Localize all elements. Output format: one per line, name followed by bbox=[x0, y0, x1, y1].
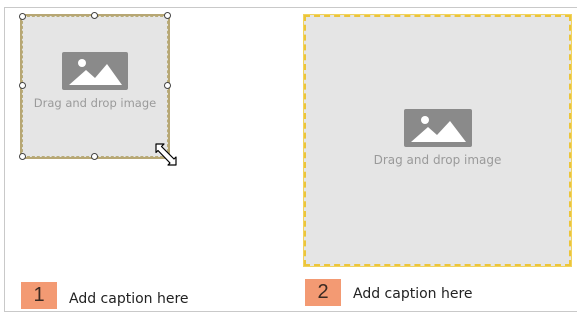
image-placeholder-1[interactable]: Drag and drop image bbox=[20, 14, 170, 159]
resize-handle-left[interactable] bbox=[19, 82, 26, 89]
caption-1: 1 Add caption here bbox=[21, 282, 189, 309]
image-icon bbox=[62, 51, 128, 90]
resize-handle-top-left[interactable] bbox=[19, 13, 26, 20]
resize-handle-top[interactable] bbox=[91, 12, 98, 19]
resize-handle-right[interactable] bbox=[164, 82, 171, 89]
resize-handle-bottom-left[interactable] bbox=[19, 153, 26, 160]
caption-text[interactable]: Add caption here bbox=[353, 286, 473, 302]
caption-text[interactable]: Add caption here bbox=[69, 291, 189, 307]
image-icon bbox=[403, 108, 472, 147]
image-placeholder-2[interactable]: Drag and drop image bbox=[303, 14, 572, 267]
caption-2: 2 Add caption here bbox=[305, 279, 473, 306]
caption-number-badge: 2 bbox=[305, 279, 341, 306]
caption-number-badge: 1 bbox=[21, 282, 57, 309]
placeholder-label: Drag and drop image bbox=[33, 95, 157, 110]
resize-handle-bottom[interactable] bbox=[91, 153, 98, 160]
resize-cursor-icon bbox=[155, 143, 177, 166]
resize-handle-top-right[interactable] bbox=[164, 12, 171, 19]
placeholder-label: Drag and drop image bbox=[373, 152, 502, 167]
